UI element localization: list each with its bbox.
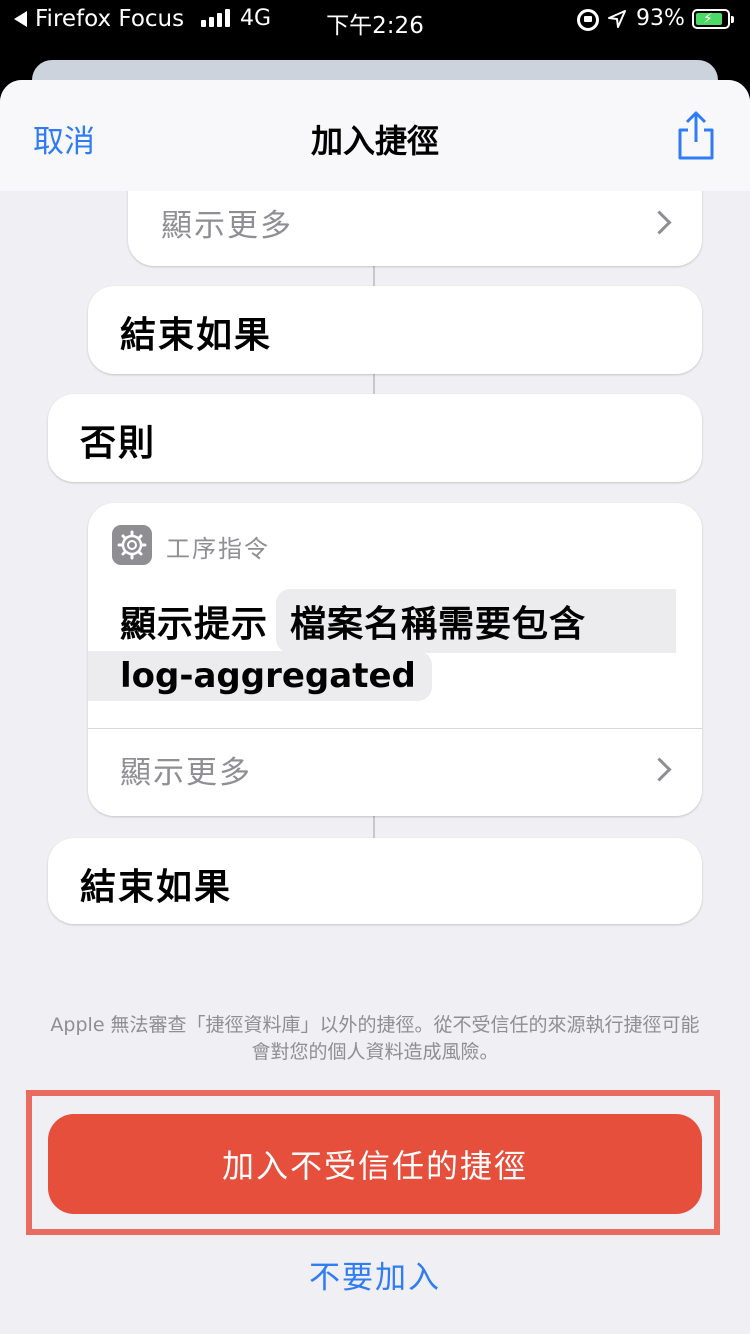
alert-text-token-continued[interactable]: log-aggregated bbox=[88, 651, 432, 701]
shortcuts-app-icon bbox=[112, 525, 152, 565]
show-more-row[interactable]: 顯示更多 bbox=[88, 729, 702, 809]
status-bar: Firefox Focus 4G 下午2:26 93% ⚡ bbox=[0, 0, 750, 42]
otherwise-label: 否則 bbox=[80, 423, 157, 464]
dont-add-button[interactable]: 不要加入 bbox=[0, 1252, 750, 1297]
untrusted-notice: Apple 無法審查「捷徑資料庫」以外的捷徑。從不受信任的來源執行捷徑可能會對您… bbox=[50, 1014, 700, 1063]
chevron-right-icon bbox=[647, 756, 672, 782]
battery-percent: 93% bbox=[636, 6, 685, 31]
end-if-label: 結束如果 bbox=[120, 315, 273, 356]
page-title: 加入捷徑 bbox=[310, 122, 439, 160]
location-arrow-icon bbox=[608, 10, 626, 28]
battery-icon: ⚡ bbox=[692, 9, 734, 29]
action-app-name: 工序指令 bbox=[166, 535, 270, 563]
flow-connector bbox=[373, 266, 375, 288]
alert-text-token[interactable]: 檔案名稱需要包含 bbox=[276, 589, 677, 653]
action-label: 顯示提示 bbox=[120, 604, 269, 645]
show-more-label: 顯示更多 bbox=[120, 754, 252, 791]
show-more-row[interactable]: 顯示更多 bbox=[128, 182, 702, 262]
end-if-label: 結束如果 bbox=[80, 867, 233, 908]
end-if-card[interactable]: 結束如果 bbox=[48, 838, 702, 924]
share-icon[interactable] bbox=[674, 110, 718, 162]
nav-bar: 取消 加入捷徑 bbox=[0, 80, 750, 191]
cancel-button[interactable]: 取消 bbox=[33, 116, 95, 161]
show-more-label: 顯示更多 bbox=[161, 207, 293, 244]
chevron-right-icon bbox=[647, 209, 672, 235]
add-untrusted-shortcut-button[interactable]: 加入不受信任的捷徑 bbox=[48, 1114, 702, 1214]
otherwise-card[interactable]: 否則 bbox=[48, 394, 702, 482]
flow-connector bbox=[373, 816, 375, 838]
add-shortcut-sheet: 取消 加入捷徑 顯示更多 結束如果 否則 工序指令 顯示提示 檔案名稱需要包含 … bbox=[0, 80, 750, 1334]
charging-bolt-icon: ⚡ bbox=[703, 11, 713, 27]
flow-connector bbox=[373, 374, 375, 394]
rotation-lock-icon bbox=[577, 9, 599, 31]
alert-action-row: 顯示提示 檔案名稱需要包含 bbox=[120, 589, 677, 653]
show-alert-action-card[interactable]: 工序指令 顯示提示 檔案名稱需要包含 log-aggregated 顯示更多 bbox=[88, 503, 702, 816]
gear-icon bbox=[117, 530, 147, 560]
end-if-card[interactable]: 結束如果 bbox=[88, 286, 702, 374]
